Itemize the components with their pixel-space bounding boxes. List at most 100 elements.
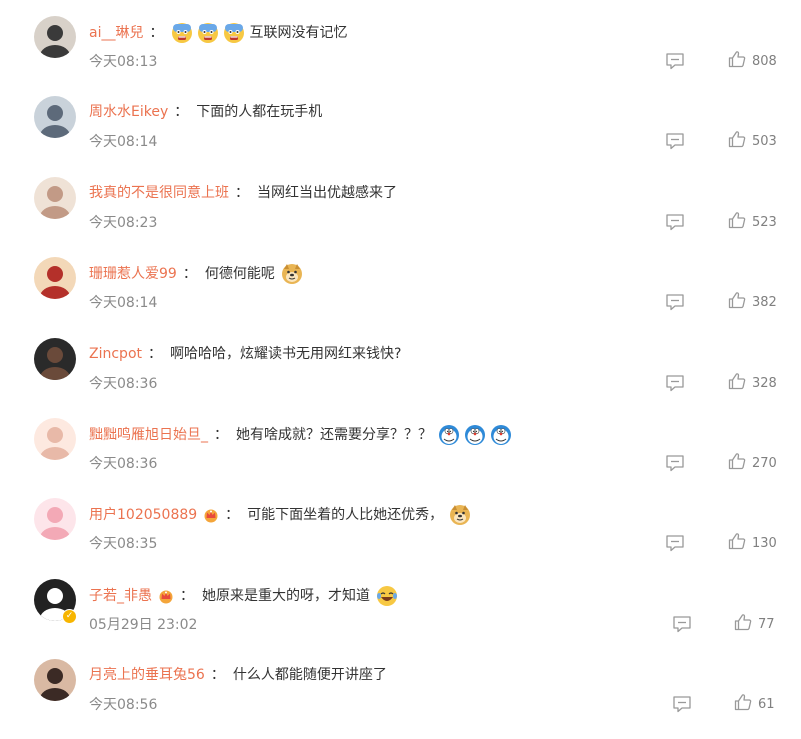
username-link[interactable]: 珊珊惹人爱99 (89, 264, 177, 284)
comment-time: 今天08:36 (89, 376, 158, 392)
fearful-face-icon (197, 22, 219, 44)
thumbs-up-icon (728, 50, 746, 72)
comment-line: ai__琳兒 ： 互联网没有记忆 (89, 22, 347, 44)
comment-time: 今天08:35 (89, 536, 158, 552)
thumbs-up-icon (728, 291, 746, 313)
comment-time: 05月29日 23:02 (89, 617, 198, 633)
like-count: 503 (752, 133, 777, 149)
separator: ： (174, 104, 189, 120)
avatar[interactable] (34, 257, 76, 299)
like-button[interactable]: 270 (728, 453, 777, 473)
username-link[interactable]: 月亮上的垂耳兔56 (89, 665, 205, 685)
separator: ： (214, 427, 228, 443)
like-button[interactable]: 61 (734, 694, 775, 714)
avatar[interactable] (34, 96, 76, 138)
reply-comment-icon[interactable] (665, 534, 685, 552)
avatar[interactable] (34, 177, 76, 219)
comment-text: 啊哈哈哈，炫耀读书无用网红来钱快? (170, 346, 402, 362)
separator: ： (210, 667, 225, 683)
username-link[interactable]: 黜黜鸣雁旭日始旦_ (89, 425, 208, 445)
comment-time: 今天08:36 (89, 456, 158, 472)
comment-time: 今天08:56 (89, 697, 158, 713)
like-button[interactable]: 130 (728, 533, 777, 553)
comment-time: 今天08:23 (89, 215, 158, 231)
doraemon-icon (464, 424, 486, 446)
reply-comment-icon[interactable] (665, 213, 685, 231)
comment-line: 黜黜鸣雁旭日始旦_ ： 她有啥成就？还需要分享？？？ (89, 424, 512, 446)
fearful-face-icon (223, 22, 245, 44)
comment-item: 黜黜鸣雁旭日始旦_ ： 她有啥成就？还需要分享？？？ 今天08:36 270 (0, 418, 801, 498)
comment-line: 周水水Eikey ： 下面的人都在玩手机 (89, 102, 322, 122)
separator: ： (235, 185, 249, 201)
comment-line: 珊珊惹人爱99 ： 何德何能呢 (89, 263, 303, 285)
like-count: 270 (752, 455, 777, 471)
laugh-tears-icon (376, 585, 398, 607)
reply-comment-icon[interactable] (672, 615, 692, 633)
thumbs-up-icon (728, 130, 746, 152)
doge-icon (449, 504, 471, 526)
thumbs-up-icon (728, 372, 746, 394)
comment-item: 珊珊惹人爱99 ： 何德何能呢今天08:14 382 (0, 257, 801, 337)
reply-comment-icon[interactable] (665, 454, 685, 472)
username-link[interactable]: 子若_非愚 (89, 586, 152, 606)
comment-item: 我真的不是很同意上班 ： 当网红当出优越感来了今天08:23 523 (0, 177, 801, 257)
username-link[interactable]: ai__琳兒 (89, 23, 143, 43)
thumbs-up-icon (728, 211, 746, 233)
verified-badge-icon: ✓ (62, 609, 77, 624)
username-link[interactable]: 我真的不是很同意上班 (89, 183, 229, 203)
comment-item: ✓ 子若_非愚 ： 她原来是重大的呀，才知道 05月29日 23:02 77 (0, 579, 801, 659)
fearful-face-icon (171, 22, 193, 44)
comment-item: 周水水Eikey ： 下面的人都在玩手机 今天08:14 503 (0, 96, 801, 176)
comment-time: 今天08:13 (89, 54, 158, 70)
comment-time: 今天08:14 (89, 134, 158, 150)
member-crown-icon (158, 588, 174, 604)
like-count: 61 (758, 696, 775, 712)
separator: ： (148, 346, 162, 362)
username-link[interactable]: 用户102050889 (89, 505, 197, 525)
username-link[interactable]: Zincpot (89, 344, 142, 364)
like-button[interactable]: 382 (728, 292, 777, 312)
like-button[interactable]: 503 (728, 131, 777, 151)
reply-comment-icon[interactable] (665, 132, 685, 150)
like-button[interactable]: 523 (728, 212, 777, 232)
comment-text: 什么人都能随便开讲座了 (232, 667, 387, 683)
comment-time: 今天08:14 (89, 295, 158, 311)
thumbs-up-icon (734, 693, 752, 715)
avatar[interactable] (34, 418, 76, 460)
doraemon-icon (438, 424, 460, 446)
like-button[interactable]: 77 (734, 614, 775, 634)
avatar[interactable] (34, 16, 76, 58)
username-link[interactable]: 周水水Eikey (89, 102, 168, 122)
comment-item: 用户102050889 ： 可能下面坐着的人比她还优秀， 今天08:35 130 (0, 498, 801, 578)
comment-text: 互联网没有记忆 (249, 25, 348, 41)
like-button[interactable]: 808 (728, 51, 777, 71)
like-count: 77 (758, 616, 775, 632)
reply-comment-icon[interactable] (665, 293, 685, 311)
comment-item: Zincpot ： 啊哈哈哈，炫耀读书无用网红来钱快? 今天08:36 328 (0, 338, 801, 418)
separator: ： (225, 507, 240, 523)
like-button[interactable]: 328 (728, 373, 777, 393)
doraemon-icon (490, 424, 512, 446)
avatar[interactable] (34, 659, 76, 701)
reply-comment-icon[interactable] (672, 695, 692, 713)
comment-text: 可能下面坐着的人比她还优秀， (247, 507, 444, 523)
thumbs-up-icon (734, 613, 752, 635)
reply-comment-icon[interactable] (665, 374, 685, 392)
comment-text: 何德何能呢 (204, 266, 275, 282)
comment-text: 当网红当出优越感来了 (257, 185, 397, 201)
like-count: 523 (752, 214, 777, 230)
avatar[interactable] (34, 338, 76, 380)
like-count: 382 (752, 294, 777, 310)
comment-item: 月亮上的垂耳兔56 ： 什么人都能随便开讲座了今天08:56 61 (0, 659, 801, 739)
avatar[interactable] (34, 498, 76, 540)
comment-line: 用户102050889 ： 可能下面坐着的人比她还优秀， (89, 504, 471, 526)
member-crown-icon (203, 507, 219, 523)
comment-line: 月亮上的垂耳兔56 ： 什么人都能随便开讲座了 (89, 665, 387, 685)
doge-icon (281, 263, 303, 285)
reply-comment-icon[interactable] (665, 52, 685, 70)
comment-line: 子若_非愚 ： 她原来是重大的呀，才知道 (89, 585, 398, 607)
separator: ： (149, 25, 164, 41)
thumbs-up-icon (728, 452, 746, 474)
comment-line: 我真的不是很同意上班 ： 当网红当出优越感来了 (89, 183, 397, 203)
like-count: 808 (752, 53, 777, 69)
